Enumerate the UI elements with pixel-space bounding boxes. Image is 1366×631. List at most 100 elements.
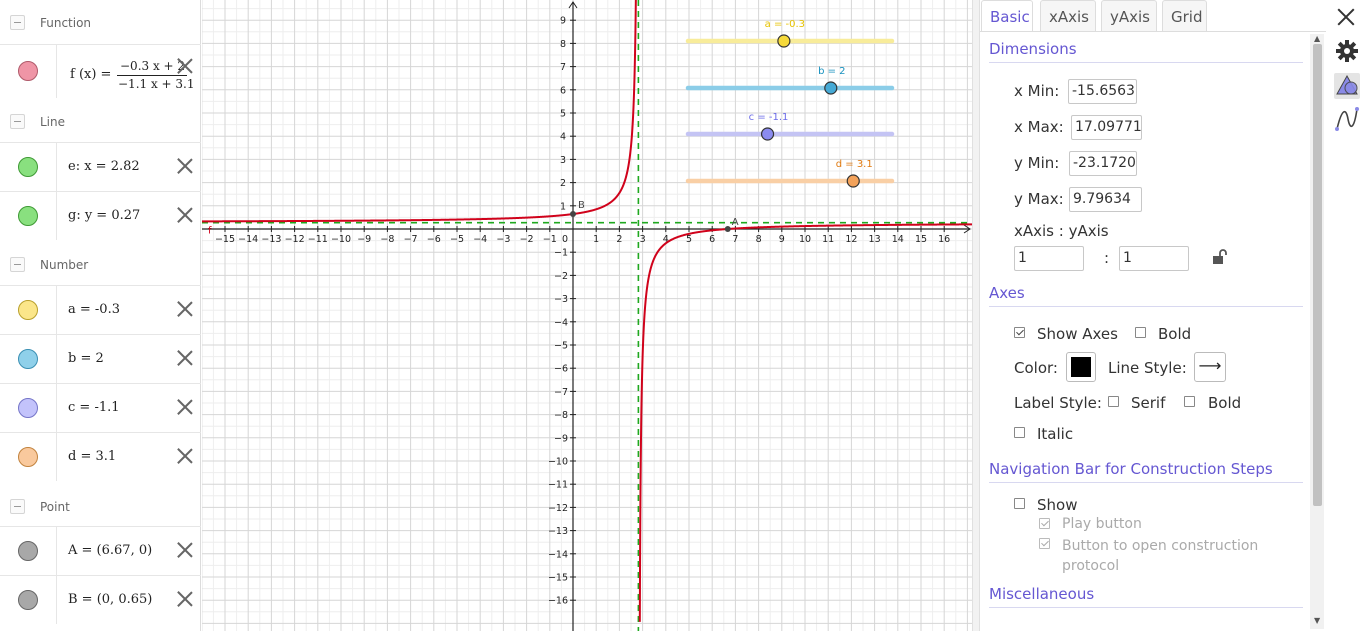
delete-icon[interactable] [176, 57, 194, 75]
delete-icon[interactable] [176, 206, 194, 224]
slider-handle[interactable] [777, 34, 791, 48]
algebra-item-A[interactable]: A = (6.67, 0) [0, 526, 201, 575]
algebra-item-text[interactable]: b = 2 [68, 351, 104, 366]
visibility-toggle-g[interactable] [18, 206, 38, 226]
visibility-toggle-c[interactable] [18, 398, 38, 418]
scroll-down-icon[interactable]: ▼ [1314, 616, 1320, 625]
graphics2-settings-icon[interactable] [1334, 106, 1360, 132]
y-tick-label: −2 [554, 271, 568, 282]
x-tick-label: 13 [869, 234, 881, 245]
y-tick-label: 5 [560, 109, 566, 120]
x-tick-label: 8 [756, 234, 762, 245]
visibility-toggle-A[interactable] [18, 541, 38, 561]
function-curve-right[interactable] [638, 223, 972, 622]
nav-show-checkbox[interactable] [1014, 498, 1025, 509]
play-button-checkbox[interactable] [1039, 518, 1050, 529]
marble-cell [0, 576, 57, 624]
algebra-item-a[interactable]: a = -0.3 [0, 285, 201, 334]
axes-bold-checkbox[interactable] [1135, 327, 1146, 338]
delete-icon[interactable] [176, 349, 194, 367]
x-tick-label: −8 [380, 234, 394, 245]
section-divider [989, 306, 1303, 307]
serif-checkbox[interactable] [1108, 396, 1119, 407]
delete-icon[interactable] [176, 157, 194, 175]
scrollbar-thumb[interactable] [1313, 44, 1322, 506]
graphics-canvas[interactable]: −15 −14 −13 −12 −11 −10 −9 −8 −7 −6 −5 −4 −3 −2 −1 1 2 3 4… [202, 0, 972, 631]
section-miscellaneous: Miscellaneous [989, 585, 1095, 603]
algebra-item-f[interactable]: f (x) = −0.3 x + 2 −1.1 x + 3.1 [0, 44, 201, 98]
algebra-item-text[interactable]: e: x = 2.82 [68, 159, 140, 174]
close-icon[interactable] [1337, 8, 1355, 26]
point-B-label: B [578, 200, 585, 211]
collapse-toggle-icon[interactable] [10, 499, 25, 514]
visibility-toggle-B[interactable] [18, 590, 38, 610]
visibility-toggle-e[interactable] [18, 157, 38, 177]
delete-icon[interactable] [176, 447, 194, 465]
slider-handle[interactable] [824, 81, 838, 95]
unlock-icon[interactable] [1212, 249, 1228, 269]
open-protocol-checkbox[interactable] [1039, 538, 1050, 549]
group-header-line: Line [0, 99, 201, 143]
delete-icon[interactable] [176, 300, 194, 318]
algebra-item-c[interactable]: c = -1.1 [0, 383, 201, 432]
algebra-item-g[interactable]: g: y = 0.27 [0, 191, 201, 240]
ymax-field[interactable]: 9.79634 [1069, 187, 1142, 212]
graphics-view[interactable]: −15 −14 −13 −12 −11 −10 −9 −8 −7 −6 −5 −4 −3 −2 −1 1 2 3 4… [202, 0, 972, 631]
point-A-label: A [732, 217, 739, 228]
point-A[interactable] [724, 226, 731, 232]
algebra-item-text[interactable]: d = 3.1 [68, 449, 116, 464]
tab-yaxis[interactable]: yAxis [1101, 0, 1157, 31]
visibility-toggle-a[interactable] [18, 300, 38, 320]
delete-icon[interactable] [176, 590, 194, 608]
collapse-toggle-icon[interactable] [10, 257, 25, 272]
algebra-item-text[interactable]: a = -0.3 [68, 302, 120, 317]
algebra-item-d[interactable]: d = 3.1 [0, 432, 201, 481]
scroll-up-icon[interactable]: ▲ [1314, 34, 1320, 43]
collapse-toggle-icon[interactable] [10, 15, 25, 30]
y-tick-label: −13 [548, 526, 568, 537]
algebra-item-B[interactable]: B = (0, 0.65) [0, 575, 201, 624]
graphics-settings-icon[interactable] [1334, 73, 1360, 99]
x-tick-label: −4 [473, 234, 487, 245]
ymin-label: y Min: [1014, 154, 1060, 172]
ymin-field[interactable]: -23.1720 [1069, 151, 1137, 176]
ratio-x-field[interactable]: 1 [1014, 246, 1084, 271]
x-tick-label: −5 [450, 234, 464, 245]
tab-grid[interactable]: Grid [1162, 0, 1207, 31]
algebra-item-b[interactable]: b = 2 [0, 334, 201, 383]
algebra-item-text[interactable]: c = -1.1 [68, 400, 120, 415]
delete-icon[interactable] [176, 398, 194, 416]
xmin-field[interactable]: -15.6563 [1068, 79, 1137, 104]
collapse-toggle-icon[interactable] [10, 114, 25, 129]
algebra-item-text[interactable]: g: y = 0.27 [68, 208, 140, 223]
gear-icon[interactable] [1334, 38, 1360, 64]
visibility-toggle-b[interactable] [18, 349, 38, 369]
axes-color-button[interactable] [1066, 352, 1096, 382]
function-curve-left[interactable] [202, 0, 637, 223]
label-bold-checkbox[interactable] [1184, 396, 1195, 407]
slider-handle[interactable] [760, 127, 775, 141]
algebra-item-e[interactable]: e: x = 2.82 [0, 142, 201, 191]
algebra-item-text[interactable]: A = (6.67, 0) [68, 543, 152, 558]
slider-handle[interactable] [846, 174, 860, 188]
x-tick-label: 1 [593, 234, 599, 245]
line-style-button[interactable]: ⟶ [1194, 352, 1226, 382]
view-divider[interactable] [972, 0, 980, 631]
point-B[interactable] [570, 211, 576, 218]
tab-basic[interactable]: Basic [981, 0, 1033, 31]
xmax-field[interactable]: 17.09771 [1071, 115, 1142, 140]
italic-checkbox[interactable] [1014, 427, 1025, 438]
algebra-item-text[interactable]: B = (0, 0.65) [68, 592, 152, 607]
open-protocol-label: Button to open construction protocol [1062, 538, 1259, 574]
tab-xaxis[interactable]: xAxis [1040, 0, 1096, 31]
ratio-y-field[interactable]: 1 [1119, 246, 1189, 271]
x-tick-label: 2 [616, 234, 622, 245]
function-lhs: f (x) = [70, 67, 112, 82]
delete-icon[interactable] [176, 541, 194, 559]
group-header-number: Number [0, 242, 201, 286]
visibility-toggle-d[interactable] [18, 447, 38, 467]
show-axes-checkbox[interactable] [1014, 327, 1025, 338]
x-tick-label: 15 [915, 234, 927, 245]
x-tick-label: −7 [404, 234, 418, 245]
visibility-toggle-f[interactable] [18, 61, 38, 81]
